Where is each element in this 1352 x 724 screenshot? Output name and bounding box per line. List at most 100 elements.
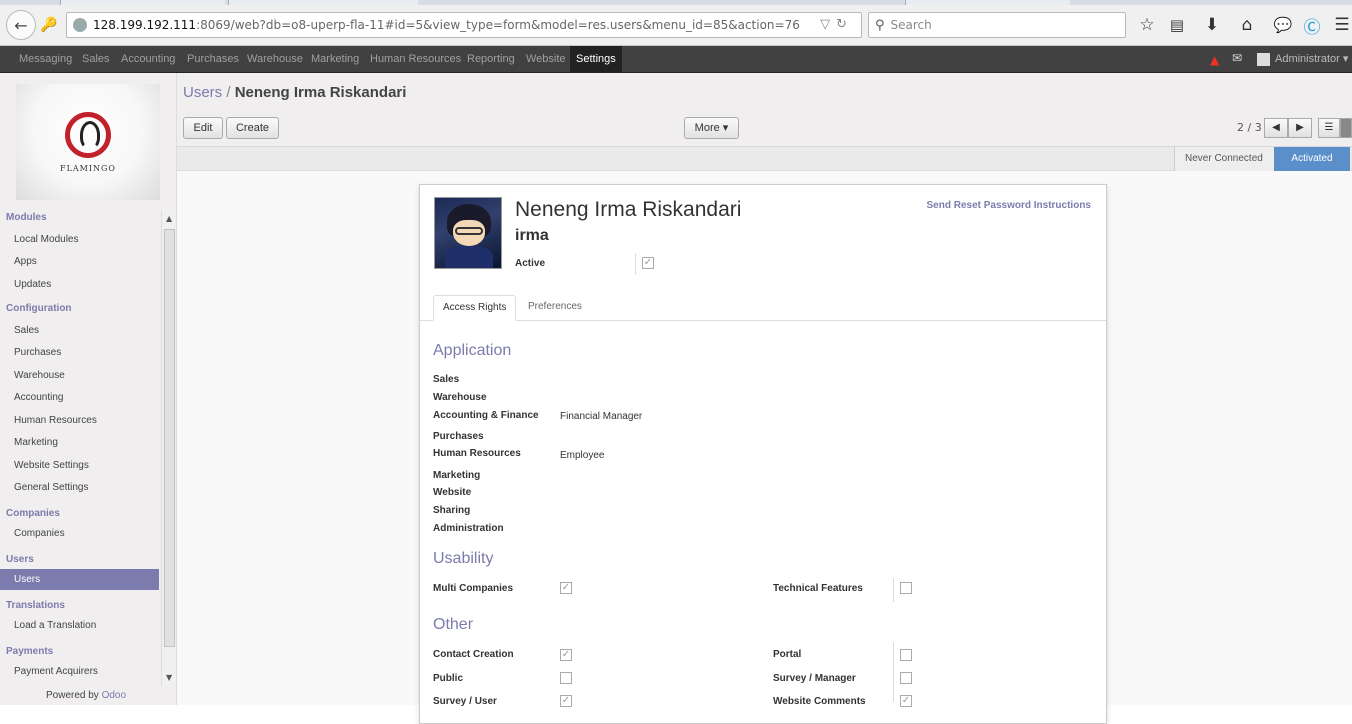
sidebar-item-apps[interactable]: Apps <box>14 256 37 267</box>
active-label: Active <box>515 258 546 269</box>
technical-features-checkbox[interactable] <box>900 582 912 594</box>
section-other: Other <box>433 616 474 633</box>
form-view-icon[interactable] <box>1340 118 1352 138</box>
pager-previous-icon[interactable]: ◀ <box>1264 118 1288 138</box>
menu-messaging[interactable]: Messaging <box>19 46 72 73</box>
sidebar-scrollbar[interactable]: ▲ ▼ <box>161 211 176 686</box>
sidebar-item-marketing[interactable]: Marketing <box>14 437 58 448</box>
download-icon[interactable]: ⬇ <box>1201 14 1223 36</box>
field-hr-value[interactable]: Employee <box>560 450 604 461</box>
browser-tab[interactable] <box>60 0 225 5</box>
chat-bubble-icon[interactable]: ✉ <box>1232 51 1242 65</box>
menu-marketing[interactable]: Marketing <box>311 46 359 73</box>
menu-sales[interactable]: Sales <box>82 46 110 73</box>
search-input[interactable]: ⚲ Search <box>868 12 1126 38</box>
breadcrumb: Users / Neneng Irma Riskandari <box>183 84 406 101</box>
powered-by: Powered by Odoo <box>46 690 126 701</box>
scroll-up-icon[interactable]: ▲ <box>166 214 172 223</box>
menu-reporting[interactable]: Reporting <box>467 46 515 73</box>
menu-human-resources[interactable]: Human Resources <box>370 46 461 73</box>
field-survey-manager-label: Survey / Manager <box>773 673 856 684</box>
tab-access-rights[interactable]: Access Rights <box>433 295 517 321</box>
url-bar[interactable]: 128.199.192.111:8069/web?db=o8-uperp-fla… <box>66 12 862 38</box>
sidebar-item-load-translation[interactable]: Load a Translation <box>14 620 96 631</box>
sidebar-item-warehouse[interactable]: Warehouse <box>14 370 65 381</box>
menu-icon[interactable]: ☰ <box>1331 14 1352 36</box>
menu-accounting[interactable]: Accounting <box>121 46 175 73</box>
identity-icon[interactable]: 🔑 <box>38 14 60 36</box>
scroll-down-icon[interactable]: ▼ <box>166 673 172 682</box>
field-administration-label: Administration <box>433 523 504 534</box>
url-host: 128.199.192.111 <box>93 18 197 32</box>
field-marketing-label: Marketing <box>433 470 481 481</box>
field-separator <box>635 253 636 275</box>
pager-next-icon[interactable]: ▶ <box>1288 118 1312 138</box>
stage-activated[interactable]: Activated <box>1274 147 1350 171</box>
field-accounting-value[interactable]: Financial Manager <box>560 411 642 422</box>
field-contact-creation-label: Contact Creation <box>433 649 514 660</box>
more-button[interactable]: More ▾ <box>684 117 739 139</box>
sidebar-item-website-settings[interactable]: Website Settings <box>14 460 89 471</box>
menu-website[interactable]: Website <box>526 46 566 73</box>
breadcrumb-users-link[interactable]: Users <box>183 84 222 101</box>
tab-preferences[interactable]: Preferences <box>519 295 591 321</box>
warning-icon[interactable]: ▲ <box>1210 53 1219 67</box>
sidebar-item-purchases[interactable]: Purchases <box>14 347 61 358</box>
survey-manager-checkbox[interactable] <box>900 672 912 684</box>
stage-never-connected[interactable]: Never Connected <box>1174 147 1274 171</box>
odoo-link[interactable]: Odoo <box>102 690 126 701</box>
home-icon[interactable]: ⌂ <box>1236 14 1258 36</box>
create-button[interactable]: Create <box>226 117 279 139</box>
sidebar-item-general-settings[interactable]: General Settings <box>14 482 89 493</box>
field-portal-label: Portal <box>773 649 802 660</box>
public-checkbox[interactable] <box>560 672 572 684</box>
scroll-thumb[interactable] <box>164 229 175 647</box>
active-checkbox[interactable]: ✓ <box>642 257 654 269</box>
skype-icon[interactable]: Ⓒ <box>1301 14 1323 38</box>
user-avatar-image[interactable] <box>434 197 502 269</box>
field-public-label: Public <box>433 673 464 684</box>
menu-warehouse[interactable]: Warehouse <box>247 46 303 73</box>
breadcrumb-separator: / <box>226 84 231 101</box>
survey-user-checkbox[interactable]: ✓ <box>560 695 572 707</box>
user-menu[interactable]: Administrator ▾ <box>1257 46 1348 73</box>
back-icon[interactable]: ← <box>6 10 36 40</box>
search-placeholder: Search <box>890 18 932 32</box>
section-modules: Modules <box>6 212 47 223</box>
website-comments-checkbox[interactable]: ✓ <box>900 695 912 707</box>
field-website-label: Website <box>433 487 472 498</box>
url-path: :8069/web?db=o8-uperp-fla-11#id=5&view_t… <box>196 18 800 32</box>
company-logo[interactable]: FLAMINGO <box>16 84 160 200</box>
list-view-icon[interactable]: ☰ <box>1318 118 1340 138</box>
reload-icon[interactable]: ▽↻ <box>820 17 853 32</box>
sidebar-item-accounting[interactable]: Accounting <box>14 392 63 403</box>
menu-settings[interactable]: Settings <box>570 46 622 73</box>
sidebar-item-users[interactable]: Users <box>0 569 159 590</box>
browser-tab[interactable] <box>228 0 418 5</box>
star-icon[interactable]: ☆ <box>1136 14 1158 36</box>
field-purchases-label: Purchases <box>433 431 484 442</box>
chat-icon[interactable]: 💬 <box>1272 14 1294 36</box>
sidebar-item-payment-acquirers[interactable]: Payment Acquirers <box>14 666 98 677</box>
section-configuration: Configuration <box>6 303 72 314</box>
portal-checkbox[interactable] <box>900 649 912 661</box>
browser-toolbar: ← 🔑 128.199.192.111:8069/web?db=o8-uperp… <box>0 0 1352 46</box>
field-survey-user-label: Survey / User <box>433 696 497 707</box>
multi-companies-checkbox[interactable]: ✓ <box>560 582 572 594</box>
sidebar-item-sales[interactable]: Sales <box>14 325 39 336</box>
status-bar: Never Connected Activated <box>177 147 1352 171</box>
sidebar-item-updates[interactable]: Updates <box>14 279 51 290</box>
browser-tab[interactable] <box>905 0 1070 5</box>
edit-button[interactable]: Edit <box>183 117 223 139</box>
contact-creation-checkbox[interactable]: ✓ <box>560 649 572 661</box>
menu-purchases[interactable]: Purchases <box>187 46 239 73</box>
top-menu: Messaging Sales Accounting Purchases War… <box>0 46 1352 73</box>
sidebar-item-companies[interactable]: Companies <box>14 528 65 539</box>
section-usability: Usability <box>433 550 494 567</box>
send-reset-password-button[interactable]: Send Reset Password Instructions <box>927 200 1092 211</box>
sidebar-item-human-resources[interactable]: Human Resources <box>14 415 97 426</box>
section-companies: Companies <box>6 508 60 519</box>
bookmarks-icon[interactable]: ▤ <box>1166 14 1188 36</box>
sidebar-item-local-modules[interactable]: Local Modules <box>14 234 78 245</box>
user-name: Administrator <box>1275 53 1340 65</box>
